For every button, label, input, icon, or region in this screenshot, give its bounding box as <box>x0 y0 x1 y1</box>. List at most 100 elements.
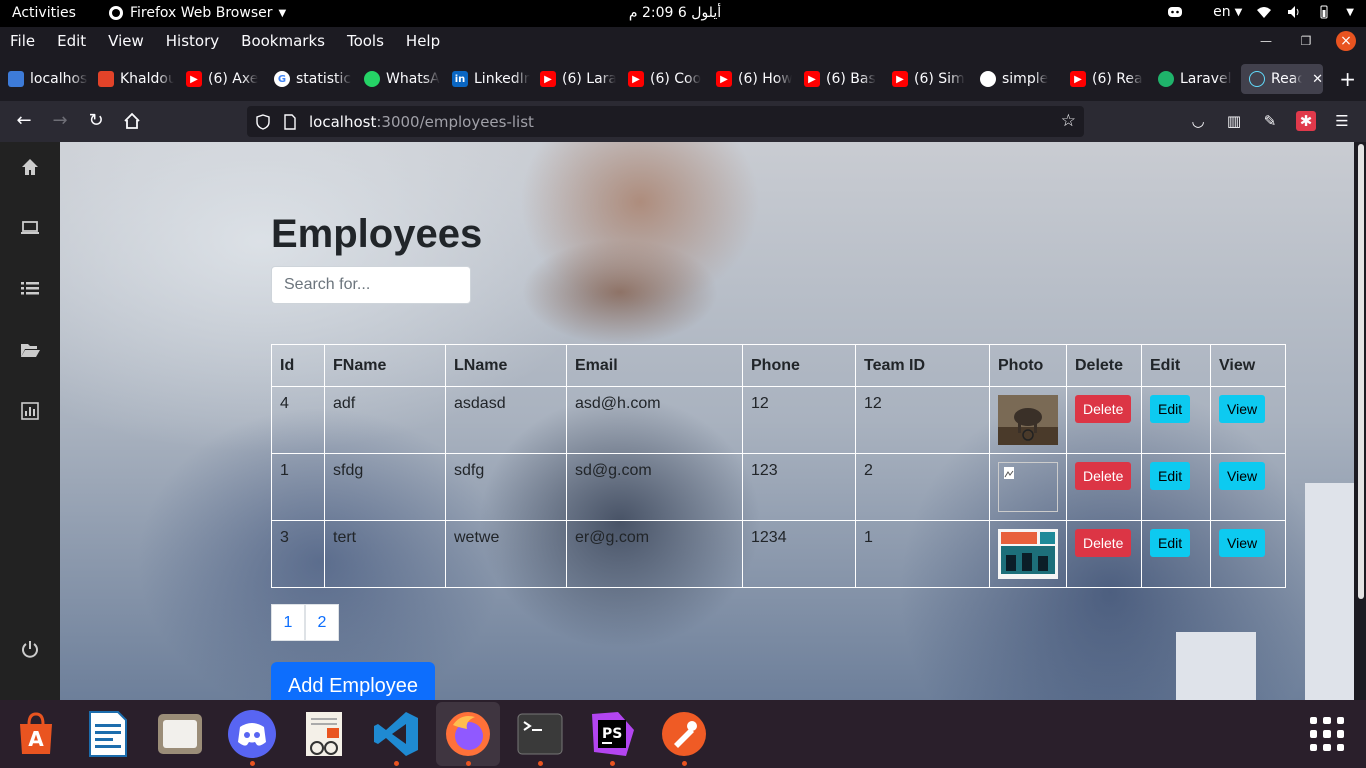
tab-2[interactable]: ▶ (6) Axe <box>178 64 262 94</box>
cell-email: asd@h.com <box>566 386 743 454</box>
system-tray[interactable]: en ▼ ▼ <box>1167 4 1354 20</box>
discord-launcher[interactable] <box>226 708 278 766</box>
bookmark-star-icon[interactable]: ☆ <box>1061 111 1076 131</box>
search-input[interactable] <box>271 266 471 304</box>
extension-icon[interactable]: ✱ <box>1296 111 1316 131</box>
cell-lname: asdasd <box>445 386 567 454</box>
minimize-button[interactable]: — <box>1256 31 1276 51</box>
postman-launcher[interactable] <box>658 708 710 766</box>
laptop-icon[interactable] <box>20 218 40 238</box>
vscode-launcher[interactable] <box>370 708 422 766</box>
table-row: 1 sfdg sdfg sd@g.com 123 2 Delete Edit V… <box>271 453 1286 521</box>
menu-file[interactable]: File <box>10 32 35 50</box>
running-indicator <box>249 761 255 766</box>
tab-12[interactable]: ▶ (6) Rea <box>1062 64 1148 94</box>
hamburger-menu-icon[interactable]: ☰ <box>1332 111 1352 131</box>
terminal-launcher[interactable] <box>514 708 566 766</box>
tab-7[interactable]: ▶ (6) Coo <box>620 64 704 94</box>
folder-open-icon[interactable] <box>20 340 40 360</box>
menu-history[interactable]: History <box>166 32 219 50</box>
pocket-icon[interactable]: ◡ <box>1188 111 1208 131</box>
home-icon[interactable] <box>122 111 142 131</box>
home-icon[interactable] <box>20 157 40 177</box>
view-button[interactable]: View <box>1219 529 1266 557</box>
svg-text:PS: PS <box>602 726 622 742</box>
view-button[interactable]: View <box>1219 462 1266 490</box>
clock-time[interactable]: 2:09 <box>642 5 673 21</box>
tab-4[interactable]: WhatsApp <box>356 64 440 94</box>
edit-button[interactable]: Edit <box>1150 395 1191 423</box>
page-link-1[interactable]: 1 <box>271 604 305 641</box>
column-header: Team ID <box>855 344 990 387</box>
edit-button[interactable]: Edit <box>1150 529 1191 557</box>
forward-arrow-icon[interactable]: → <box>50 111 70 131</box>
linkedin-icon: in <box>452 71 468 87</box>
edit-button[interactable]: Edit <box>1150 462 1191 490</box>
page-icon[interactable] <box>283 113 297 130</box>
menu-help[interactable]: Help <box>406 32 440 50</box>
tab-8[interactable]: ▶ (6) How <box>708 64 792 94</box>
menu-bookmarks[interactable]: Bookmarks <box>241 32 325 50</box>
tab-1[interactable]: Khaldoun <box>90 64 174 94</box>
navigation-toolbar: ← → ↻ localhost:3000/employees-list ☆ ◡ … <box>0 101 1366 142</box>
shield-icon[interactable] <box>255 113 271 130</box>
url-host: localhost <box>309 112 377 131</box>
tab-5[interactable]: in LinkedIn <box>444 64 530 94</box>
discord-tray-icon[interactable] <box>1167 4 1183 20</box>
writer-launcher[interactable] <box>82 708 134 760</box>
chevron-down-icon: ▼ <box>278 7 287 19</box>
url-bar[interactable]: localhost:3000/employees-list ☆ <box>247 106 1084 137</box>
files-launcher[interactable] <box>154 708 206 760</box>
chart-icon[interactable] <box>20 401 40 421</box>
wifi-icon[interactable] <box>1256 4 1272 20</box>
svg-text:A: A <box>28 727 44 751</box>
tab-13[interactable]: Laravel <box>1150 64 1238 94</box>
menu-view[interactable]: View <box>108 32 144 50</box>
document-viewer-launcher[interactable] <box>298 708 350 760</box>
delete-button[interactable]: Delete <box>1075 462 1132 490</box>
tab-6[interactable]: ▶ (6) Lara <box>532 64 616 94</box>
clock-date[interactable]: أيلول 6 <box>678 5 721 21</box>
tab-0[interactable]: localhost <box>0 64 88 94</box>
system-top-bar: Activities Firefox Web Browser ▼ أيلول 6… <box>0 0 1366 27</box>
delete-button[interactable]: Delete <box>1075 529 1132 557</box>
back-arrow-icon[interactable]: ← <box>14 111 34 131</box>
terminal-icon <box>517 713 563 755</box>
table-row: 4 adf asdasd asd@h.com 12 12 Delete Edit… <box>271 386 1286 454</box>
tab-14-active[interactable]: React✕ <box>1241 64 1323 94</box>
web-page: Employees Id FName LName Email Phone Tea… <box>0 142 1366 700</box>
power-icon[interactable] <box>20 639 40 659</box>
delete-button[interactable]: Delete <box>1075 395 1132 423</box>
maximize-button[interactable]: ❐ <box>1296 31 1316 51</box>
menu-edit[interactable]: Edit <box>57 32 86 50</box>
firefox-launcher[interactable] <box>436 702 500 766</box>
show-applications-icon[interactable] <box>1310 717 1344 751</box>
youtube-icon: ▶ <box>628 71 644 87</box>
app-menu[interactable]: Firefox Web Browser ▼ <box>108 5 286 21</box>
activities-button[interactable]: Activities <box>12 5 76 21</box>
eyedropper-icon[interactable]: ✎ <box>1260 111 1280 131</box>
menu-tools[interactable]: Tools <box>347 32 384 50</box>
reader-view-icon[interactable]: ▥ <box>1224 111 1244 131</box>
view-button[interactable]: View <box>1219 395 1266 423</box>
page-link-2[interactable]: 2 <box>305 604 339 641</box>
add-employee-button[interactable]: Add Employee <box>271 662 435 700</box>
tab-10[interactable]: ▶ (6) Sim <box>884 64 968 94</box>
reload-icon[interactable]: ↻ <box>86 111 106 131</box>
app-center-launcher[interactable]: A <box>10 708 62 760</box>
whatsapp-icon <box>364 71 380 87</box>
employees-table: Id FName LName Email Phone Team ID Photo… <box>271 344 1286 588</box>
scrollbar[interactable] <box>1358 144 1364 599</box>
postman-icon <box>662 712 706 756</box>
tab-9[interactable]: ▶ (6) Bas <box>796 64 880 94</box>
tab-3[interactable]: Gstatistics <box>266 64 352 94</box>
list-icon[interactable] <box>20 279 40 299</box>
phpstorm-launcher[interactable]: PS <box>586 708 638 766</box>
close-tab-icon[interactable]: ✕ <box>1312 72 1323 87</box>
close-window-button[interactable]: × <box>1336 31 1356 51</box>
battery-icon[interactable] <box>1316 4 1332 20</box>
volume-icon[interactable] <box>1286 4 1302 20</box>
tab-11[interactable]: simple <box>972 64 1060 94</box>
language-indicator[interactable]: en <box>1213 4 1231 20</box>
new-tab-button[interactable]: + <box>1339 69 1356 89</box>
